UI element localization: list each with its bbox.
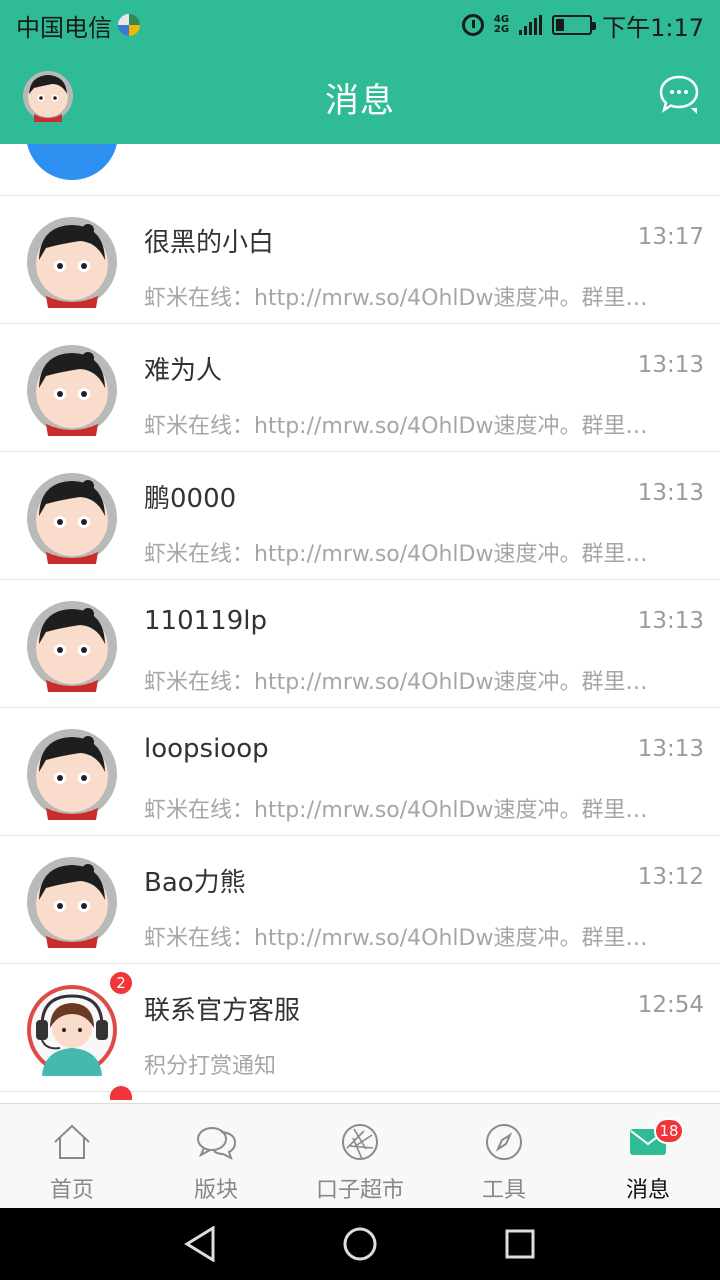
tab-messages[interactable]: 18 消息 bbox=[576, 1104, 720, 1208]
list-item[interactable]: 鹏0000 13:13 虾米在线：http://mrw.so/4OhlDw速度冲… bbox=[0, 452, 720, 580]
tab-home[interactable]: 首页 bbox=[0, 1104, 144, 1208]
network-type-icon: 4G 2G bbox=[494, 15, 509, 35]
conversation-time: 13:13 bbox=[637, 608, 704, 634]
list-item[interactable]: 难为人 13:13 虾米在线：http://mrw.so/4OhlDw速度冲。群… bbox=[0, 324, 720, 452]
tab-label: 工具 bbox=[481, 1178, 526, 1203]
conversation-preview: 虾米在线：http://mrw.so/4OhlDw速度冲。群里… bbox=[144, 286, 648, 311]
unread-count-badge: 18 bbox=[654, 1118, 684, 1144]
carrier-logo-icon bbox=[118, 14, 140, 36]
home-button-icon[interactable] bbox=[340, 1224, 380, 1264]
avatar bbox=[26, 144, 118, 180]
system-navigation-bar bbox=[0, 1208, 720, 1280]
conversation-preview: 虾米在线：http://mrw.so/4OhlDw速度冲。群里… bbox=[144, 798, 648, 823]
recent-apps-icon[interactable] bbox=[500, 1224, 540, 1264]
unread-badge: 2 bbox=[108, 970, 134, 996]
conversation-name: 联系官方客服 bbox=[144, 996, 301, 1026]
list-item[interactable]: 很黑的小白 13:17 虾米在线：http://mrw.so/4OhlDw速度冲… bbox=[0, 196, 720, 324]
cartoon-avatar-icon[interactable] bbox=[22, 70, 74, 122]
battery-level-fill bbox=[556, 19, 565, 31]
avatar bbox=[26, 344, 118, 436]
tab-label: 口子超市 bbox=[315, 1178, 404, 1203]
avatar bbox=[26, 856, 118, 948]
conversation-name: loopsioop bbox=[144, 734, 269, 764]
aperture-icon bbox=[338, 1120, 382, 1164]
carrier-label: 中国电信 bbox=[16, 13, 112, 42]
conversation-preview: 虾米在线：http://mrw.so/4OhlDw速度冲。群里… bbox=[144, 926, 648, 951]
conversation-time: 13:17 bbox=[637, 224, 704, 250]
clock-time: 下午1:17 bbox=[602, 13, 704, 42]
avatar bbox=[26, 472, 118, 564]
conversation-preview: 虾米在线：http://mrw.so/4OhlDw速度冲。群里… bbox=[144, 670, 648, 695]
conversation-name: Bao力熊 bbox=[144, 868, 246, 898]
alarm-icon bbox=[461, 14, 484, 36]
signal-icon bbox=[519, 15, 543, 35]
chat-bubbles-icon bbox=[194, 1120, 238, 1164]
conversation-time: 13:12 bbox=[637, 864, 704, 890]
bottom-tab-bar: 首页 版块 口子超市 工具 18 消息 bbox=[0, 1103, 720, 1208]
tab-label: 版块 bbox=[193, 1178, 238, 1203]
app-header: 消息 bbox=[0, 50, 720, 144]
conversation-preview: 虾米在线：http://mrw.so/4OhlDw速度冲。群里… bbox=[144, 414, 648, 439]
conversation-time: 13:13 bbox=[637, 480, 704, 506]
home-icon bbox=[50, 1120, 94, 1164]
tab-label: 消息 bbox=[625, 1178, 670, 1203]
tab-forum[interactable]: 版块 bbox=[144, 1104, 288, 1208]
chat-bubble-icon[interactable] bbox=[658, 74, 700, 114]
list-item[interactable] bbox=[0, 144, 720, 196]
conversation-name: 110119lp bbox=[144, 606, 267, 636]
conversation-name: 鹏0000 bbox=[144, 484, 237, 514]
network-type-2g: 2G bbox=[493, 24, 510, 35]
compass-icon bbox=[482, 1120, 526, 1164]
conversation-time: 13:13 bbox=[637, 352, 704, 378]
list-item[interactable]: Bao力熊 13:12 虾米在线：http://mrw.so/4OhlDw速度冲… bbox=[0, 836, 720, 964]
avatar bbox=[26, 600, 118, 692]
status-bar: 中国电信 4G 2G 下午1:17 bbox=[0, 0, 720, 50]
conversation-name: 很黑的小白 bbox=[144, 228, 275, 258]
tab-market[interactable]: 口子超市 bbox=[288, 1104, 432, 1208]
conversation-time: 12:54 bbox=[637, 992, 704, 1018]
battery-icon bbox=[552, 15, 597, 35]
conversation-list[interactable]: 很黑的小白 13:17 虾米在线：http://mrw.so/4OhlDw速度冲… bbox=[0, 144, 720, 1103]
back-icon[interactable] bbox=[180, 1224, 220, 1264]
list-item[interactable]: 110119lp 13:13 虾米在线：http://mrw.so/4OhlDw… bbox=[0, 580, 720, 708]
conversation-name: 难为人 bbox=[144, 356, 223, 386]
avatar bbox=[26, 216, 118, 308]
avatar bbox=[26, 728, 118, 820]
customer-service-avatar bbox=[26, 984, 118, 1076]
tab-tools[interactable]: 工具 bbox=[432, 1104, 576, 1208]
list-item[interactable] bbox=[0, 1086, 720, 1103]
conversation-preview: 积分打赏通知 bbox=[144, 1054, 277, 1079]
list-item[interactable]: 2 联系官方客服 12:54 积分打赏通知 bbox=[0, 964, 720, 1092]
conversation-preview: 虾米在线：http://mrw.so/4OhlDw速度冲。群里… bbox=[144, 542, 648, 567]
conversation-time: 13:13 bbox=[637, 736, 704, 762]
tab-label: 首页 bbox=[49, 1178, 94, 1203]
list-item[interactable]: loopsioop 13:13 虾米在线：http://mrw.so/4OhlD… bbox=[0, 708, 720, 836]
page-title: 消息 bbox=[325, 80, 395, 121]
